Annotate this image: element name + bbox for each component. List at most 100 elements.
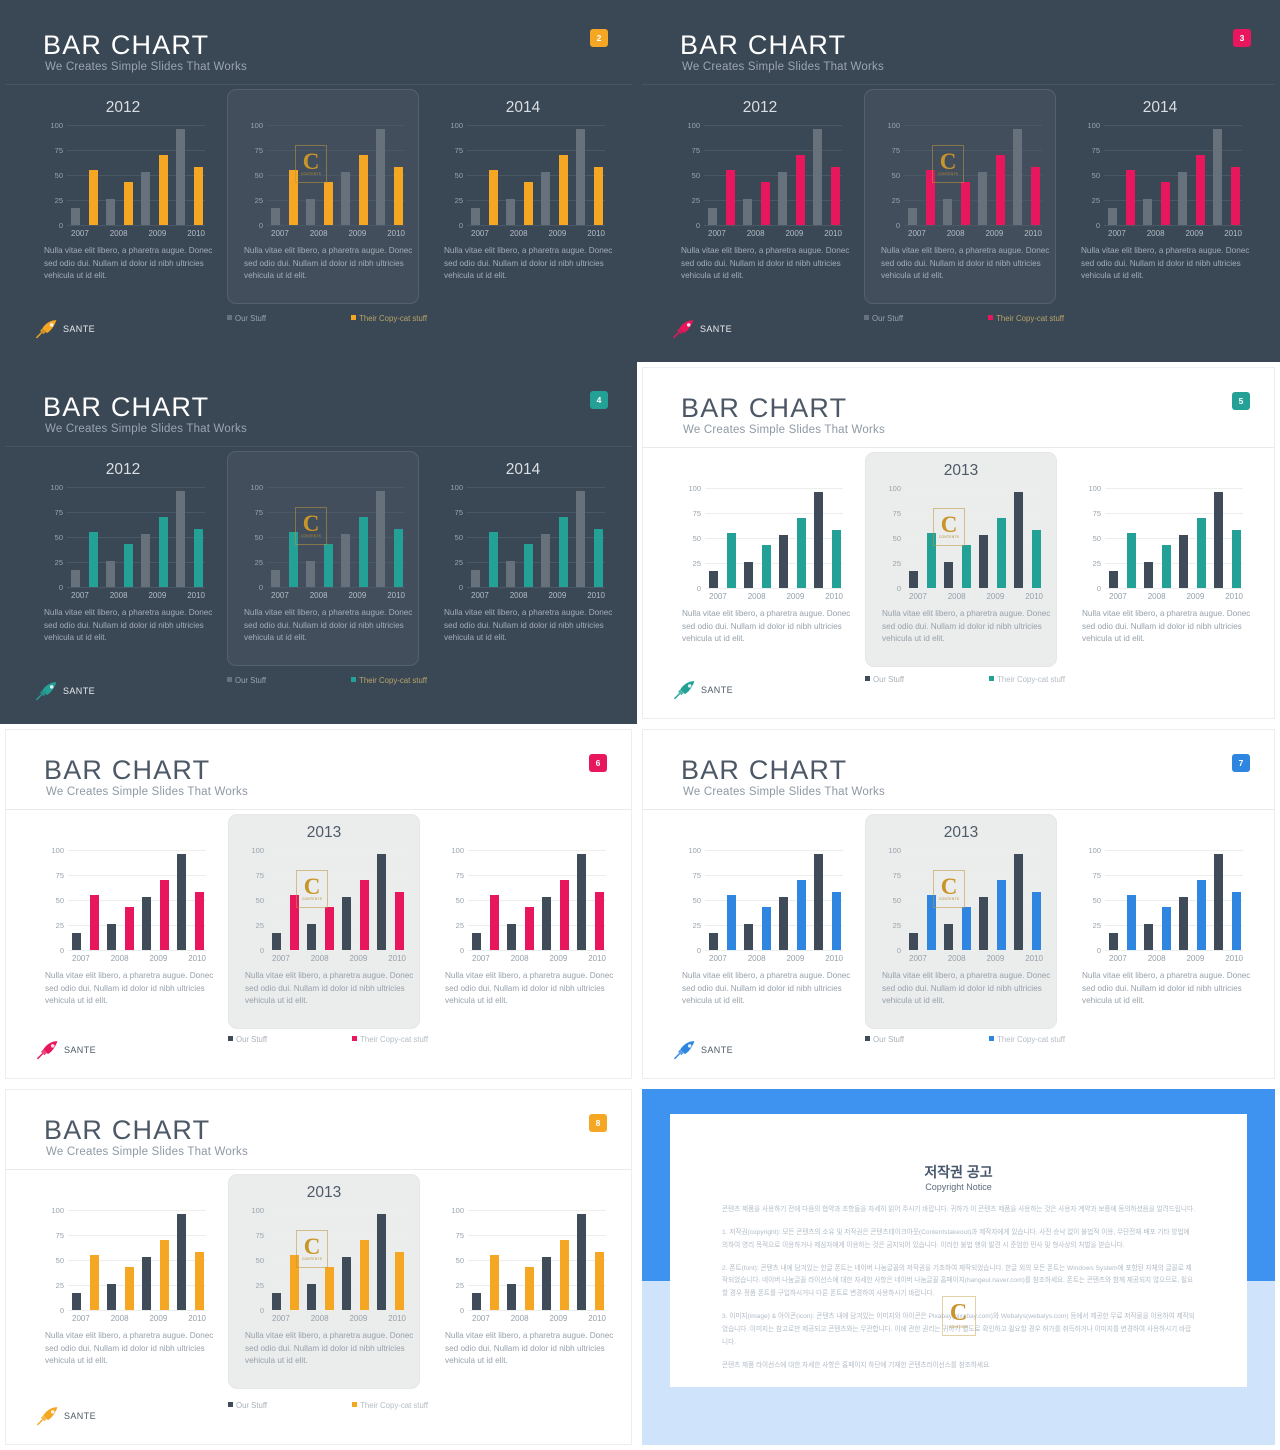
- bar-our-stuff[interactable]: [576, 491, 586, 587]
- bar-their-stuff[interactable]: [323, 182, 333, 225]
- bar-their-stuff[interactable]: [961, 907, 971, 950]
- bar-their-stuff[interactable]: [1161, 907, 1171, 950]
- bar-our-stuff[interactable]: [542, 1257, 552, 1310]
- brand-logo[interactable]: SANTE: [673, 1040, 733, 1060]
- bar-their-stuff[interactable]: [489, 1255, 499, 1310]
- bar-their-stuff[interactable]: [1231, 530, 1241, 588]
- slide-3[interactable]: BAR CHART We Creates Simple Slides That W…: [637, 0, 1280, 362]
- slide-7[interactable]: BAR CHART We Creates Simple Slides That W…: [637, 724, 1280, 1084]
- bar-their-stuff[interactable]: [559, 880, 569, 950]
- bar-our-stuff[interactable]: [306, 199, 316, 225]
- legend-item-our-stuff[interactable]: Our Stuff: [864, 314, 903, 323]
- bar-their-stuff[interactable]: [193, 167, 203, 225]
- bar-our-stuff[interactable]: [376, 491, 386, 587]
- bar-our-stuff[interactable]: [71, 208, 80, 225]
- bar-our-stuff[interactable]: [1109, 571, 1118, 588]
- legend-item-their-stuff[interactable]: Their Copy-cat stuff: [351, 676, 427, 685]
- brand-logo[interactable]: SANTE: [36, 1406, 96, 1426]
- bar-our-stuff[interactable]: [176, 129, 186, 225]
- bar-their-stuff[interactable]: [961, 545, 971, 588]
- legend-item-our-stuff[interactable]: Our Stuff: [227, 314, 266, 323]
- bar-our-stuff[interactable]: [506, 561, 516, 587]
- bar-our-stuff[interactable]: [813, 129, 823, 225]
- bar-our-stuff[interactable]: [1014, 492, 1024, 588]
- bar-our-stuff[interactable]: [779, 897, 789, 950]
- bar-their-stuff[interactable]: [524, 907, 534, 950]
- bar-their-stuff[interactable]: [726, 895, 736, 950]
- bar-their-stuff[interactable]: [594, 1252, 604, 1310]
- bar-our-stuff[interactable]: [342, 897, 352, 950]
- bar-their-stuff[interactable]: [995, 155, 1005, 225]
- slide-number-badge[interactable]: 7: [1232, 754, 1250, 772]
- copyright-notice-slide[interactable]: 저작권 공고 Copyright Notice 콘텐츠 제품을 사용하기 전에 다음…: [637, 1084, 1280, 1450]
- bar-our-stuff[interactable]: [272, 1293, 281, 1310]
- bar-their-stuff[interactable]: [358, 155, 368, 225]
- bar-their-stuff[interactable]: [996, 880, 1006, 950]
- bar-their-stuff[interactable]: [158, 155, 168, 225]
- bar-their-stuff[interactable]: [89, 1255, 99, 1310]
- bar-our-stuff[interactable]: [306, 561, 316, 587]
- bar-their-stuff[interactable]: [1230, 167, 1240, 225]
- bar-our-stuff[interactable]: [472, 1293, 481, 1310]
- bar-their-stuff[interactable]: [1031, 892, 1041, 950]
- bar-their-stuff[interactable]: [761, 545, 771, 588]
- legend-item-their-stuff[interactable]: Their Copy-cat stuff: [989, 675, 1065, 684]
- bar-our-stuff[interactable]: [141, 172, 151, 225]
- bar-their-stuff[interactable]: [488, 170, 498, 225]
- bar-our-stuff[interactable]: [1143, 199, 1153, 225]
- slide-number-badge[interactable]: 6: [589, 754, 607, 772]
- bar-our-stuff[interactable]: [542, 897, 552, 950]
- bar-our-stuff[interactable]: [979, 897, 989, 950]
- bar-our-stuff[interactable]: [271, 208, 280, 225]
- bar-their-stuff[interactable]: [194, 1252, 204, 1310]
- bar-their-stuff[interactable]: [523, 544, 533, 587]
- slide-4[interactable]: BAR CHART We Creates Simple Slides That W…: [0, 362, 637, 724]
- slide-8[interactable]: BAR CHART We Creates Simple Slides That W…: [0, 1084, 637, 1450]
- bar-their-stuff[interactable]: [1195, 155, 1205, 225]
- bar-our-stuff[interactable]: [1144, 562, 1154, 588]
- bar-our-stuff[interactable]: [107, 924, 117, 950]
- bar-our-stuff[interactable]: [176, 491, 186, 587]
- slide-number-badge[interactable]: 3: [1233, 29, 1251, 47]
- bar-their-stuff[interactable]: [523, 182, 533, 225]
- bar-our-stuff[interactable]: [342, 1257, 352, 1310]
- bar-our-stuff[interactable]: [1179, 897, 1189, 950]
- bar-our-stuff[interactable]: [541, 172, 551, 225]
- bar-our-stuff[interactable]: [377, 854, 387, 950]
- bar-our-stuff[interactable]: [1013, 129, 1023, 225]
- bar-our-stuff[interactable]: [944, 562, 954, 588]
- bar-our-stuff[interactable]: [979, 535, 989, 588]
- slide-2[interactable]: BAR CHART We Creates Simple Slides That W…: [0, 0, 637, 362]
- bar-their-stuff[interactable]: [593, 167, 603, 225]
- bar-their-stuff[interactable]: [89, 895, 99, 950]
- bar-their-stuff[interactable]: [760, 182, 770, 225]
- brand-logo[interactable]: SANTE: [36, 1040, 96, 1060]
- bar-our-stuff[interactable]: [107, 1284, 117, 1310]
- brand-logo[interactable]: SANTE: [35, 319, 95, 339]
- bar-our-stuff[interactable]: [541, 534, 551, 587]
- bar-their-stuff[interactable]: [1160, 182, 1170, 225]
- bar-their-stuff[interactable]: [725, 170, 735, 225]
- bar-their-stuff[interactable]: [488, 532, 498, 587]
- bar-their-stuff[interactable]: [796, 880, 806, 950]
- bar-their-stuff[interactable]: [1196, 880, 1206, 950]
- brand-logo[interactable]: SANTE: [35, 681, 95, 701]
- bar-our-stuff[interactable]: [472, 933, 481, 950]
- slide-number-badge[interactable]: 8: [589, 1114, 607, 1132]
- bar-our-stuff[interactable]: [377, 1214, 387, 1310]
- bar-our-stuff[interactable]: [106, 199, 116, 225]
- bar-our-stuff[interactable]: [507, 1284, 517, 1310]
- bar-their-stuff[interactable]: [1196, 518, 1206, 588]
- bar-their-stuff[interactable]: [324, 1267, 334, 1310]
- bar-our-stuff[interactable]: [1109, 933, 1118, 950]
- bar-our-stuff[interactable]: [708, 208, 717, 225]
- bar-their-stuff[interactable]: [123, 544, 133, 587]
- bar-our-stuff[interactable]: [1213, 129, 1223, 225]
- bar-our-stuff[interactable]: [72, 1293, 81, 1310]
- bar-our-stuff[interactable]: [779, 535, 789, 588]
- bar-our-stuff[interactable]: [576, 129, 586, 225]
- bar-their-stuff[interactable]: [159, 1240, 169, 1310]
- bar-our-stuff[interactable]: [577, 854, 587, 950]
- bar-our-stuff[interactable]: [744, 562, 754, 588]
- bar-our-stuff[interactable]: [909, 933, 918, 950]
